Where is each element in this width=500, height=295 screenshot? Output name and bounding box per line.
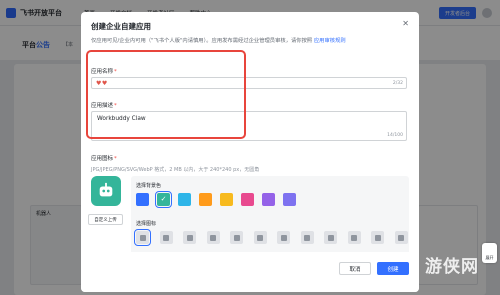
color-swatch[interactable] [220, 193, 233, 206]
color-swatch[interactable] [262, 193, 275, 206]
icon-option-bot[interactable] [134, 229, 151, 246]
cancel-button[interactable]: 取消 [339, 262, 371, 275]
color-swatch[interactable] [136, 193, 149, 206]
calendar-icon [257, 234, 263, 241]
color-swatch[interactable] [241, 193, 254, 206]
icon-option-gear[interactable] [324, 231, 337, 244]
color-swatches: ✓ [136, 191, 304, 208]
icon-option-document[interactable] [277, 231, 290, 244]
app-name-counter: 2/32 [392, 81, 403, 86]
app-icon-label: 应用图标* [91, 154, 117, 162]
expand-button[interactable]: 展开 [482, 243, 497, 263]
color-swatch[interactable] [283, 193, 296, 206]
dialog-description-text: 仅应用可见/企业内可用（"飞书个人版"内请慎用）。应用发布需经过企业管理员审核，… [91, 38, 314, 44]
bot-icon [139, 234, 146, 241]
icon-option-tool[interactable] [371, 231, 384, 244]
icon-option-face[interactable] [230, 231, 243, 244]
icon-option-chat[interactable] [159, 231, 173, 244]
grid-icon [398, 234, 404, 241]
box-icon [210, 234, 216, 241]
close-icon[interactable]: ✕ [402, 20, 409, 28]
tool-icon [374, 234, 381, 241]
dialog-description: 仅应用可见/企业内可用（"飞书个人版"内请慎用）。应用发布需经过企业管理员审核，… [91, 37, 406, 45]
required-mark: * [114, 156, 117, 162]
review-rules-link[interactable]: 应用审核规则 [314, 38, 346, 44]
robot-face-icon [186, 234, 193, 241]
icon-option-box[interactable] [206, 231, 220, 244]
annotation-highlight [86, 50, 246, 139]
face-icon [233, 234, 240, 241]
icon-format-hint: JPG/JPEG/PNG/SVG/WebP 格式，2 MB 以内，大于 240*… [91, 167, 260, 173]
bag-icon [304, 234, 310, 241]
color-swatch[interactable] [199, 193, 212, 206]
bot-icon [99, 182, 113, 197]
icon-option-calendar[interactable] [253, 231, 267, 244]
gear-icon [327, 234, 334, 241]
check-icon: ✓ [160, 195, 167, 203]
app-desc-counter: 14/100 [387, 133, 403, 138]
star-icon [351, 234, 357, 241]
icon-option-grid[interactable] [394, 231, 408, 244]
color-swatch[interactable] [178, 193, 191, 206]
document-icon [280, 234, 287, 241]
icon-option-bag[interactable] [300, 231, 314, 244]
custom-upload-button[interactable]: 自定义上传 [88, 214, 123, 225]
app-icon-label-text: 应用图标 [91, 156, 114, 162]
icon-option-robot-face[interactable] [183, 231, 196, 244]
site-watermark: 游侠网 [425, 257, 479, 277]
color-swatch[interactable]: ✓ [155, 191, 172, 208]
icon-picker-panel: 选择背景色 ✓ 选择图标 [131, 176, 409, 260]
icon-options [134, 229, 418, 246]
chat-icon [163, 234, 169, 241]
icon-option-star[interactable] [347, 231, 361, 244]
color-select-label: 选择背景色 [136, 183, 162, 189]
app-icon-preview [91, 176, 121, 206]
dialog-title: 创建企业自建应用 [91, 22, 151, 31]
icon-select-label: 选择图标 [136, 221, 157, 227]
create-button[interactable]: 创建 [377, 262, 409, 275]
